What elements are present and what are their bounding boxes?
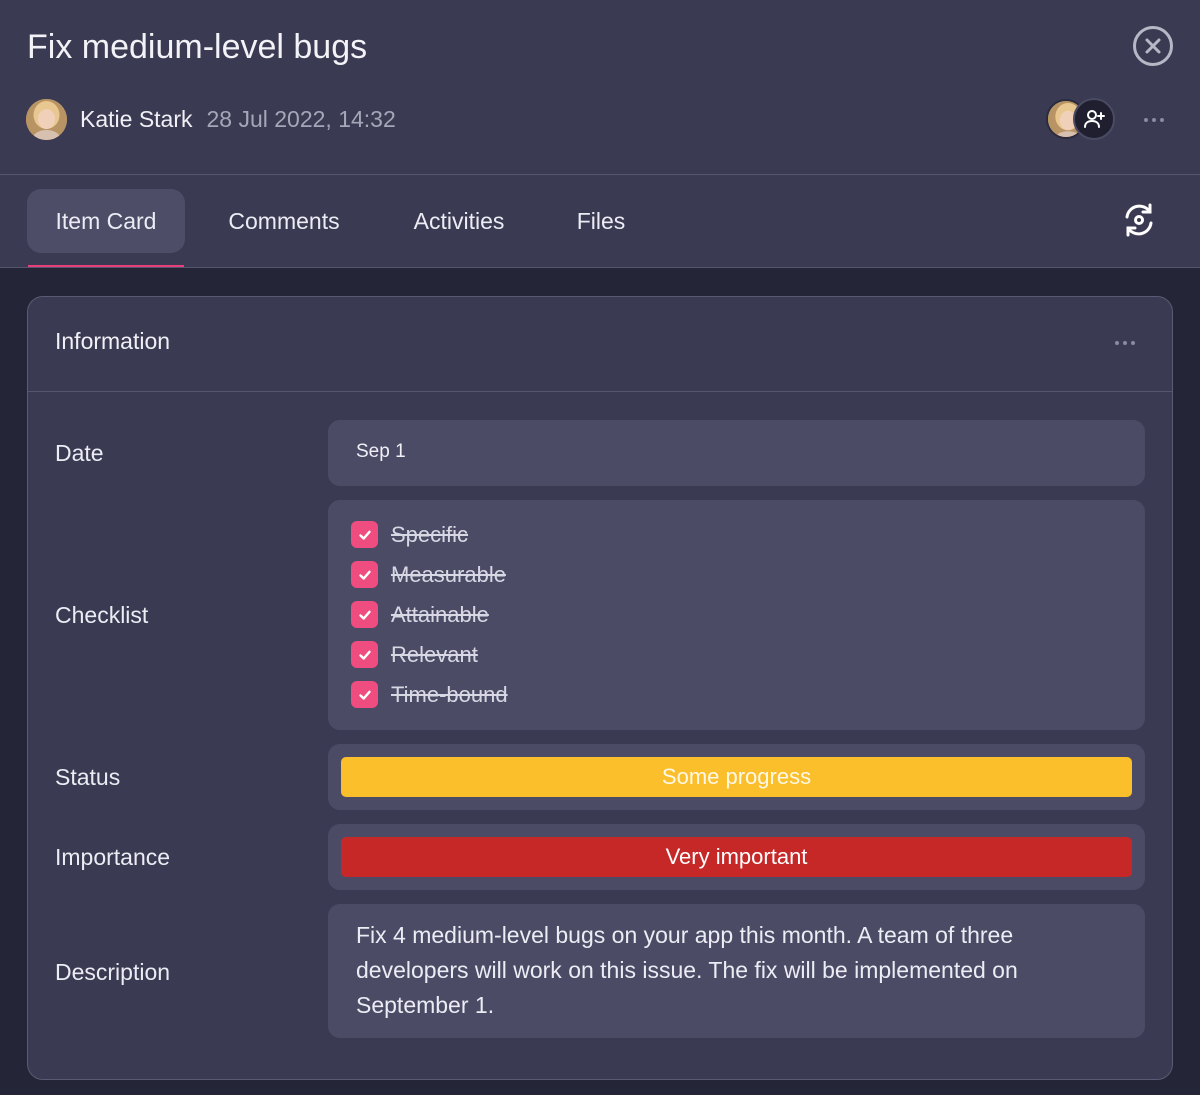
card-header: Information (28, 297, 1172, 392)
description-label: Description (55, 959, 171, 985)
timestamp: 28 Jul 2022, 14:32 (206, 106, 396, 132)
tab-activities[interactable]: Activities (394, 189, 524, 253)
user-plus-icon (1084, 110, 1105, 128)
date-field[interactable]: Sep 1 (328, 420, 1145, 486)
active-tab-indicator (28, 265, 184, 267)
more-horizontal-icon (1115, 341, 1135, 345)
check-icon (358, 530, 371, 540)
checklist-item-label: Specific (391, 521, 469, 547)
status-field[interactable]: Some progress (328, 744, 1145, 810)
members-group (1046, 98, 1115, 140)
checklist-label: Checklist (55, 602, 149, 628)
check-icon (358, 650, 371, 660)
checklist-item-label: Measurable (391, 561, 506, 587)
checklist-item-label: Relevant (391, 641, 478, 667)
author-name[interactable]: Katie Stark (80, 106, 193, 133)
checklist-item[interactable]: Specific (351, 521, 468, 548)
checklist-item-label: Time-bound (391, 681, 508, 707)
tab-item-card[interactable]: Item Card (27, 189, 185, 253)
add-member-button[interactable] (1073, 98, 1115, 140)
checklist-field: Specific Measurable Attainable Relevant … (328, 500, 1145, 730)
checkbox-checked[interactable] (351, 601, 378, 628)
avatar-photo (26, 99, 67, 140)
check-icon (358, 610, 371, 620)
card-more-button[interactable] (1113, 329, 1137, 359)
item-header: Fix medium-level bugs Katie Stark 28 Jul… (0, 0, 1200, 175)
sync-button[interactable] (1120, 201, 1158, 239)
importance-label: Importance (55, 844, 171, 870)
status-label: Status (55, 764, 121, 790)
card-title: Information (55, 328, 171, 354)
more-horizontal-icon (1144, 118, 1164, 122)
description-field[interactable]: Fix 4 medium-level bugs on your app this… (328, 904, 1145, 1038)
information-card: Information Date Sep 1 Checklist Specifi… (27, 296, 1173, 1080)
checkbox-checked[interactable] (351, 521, 378, 548)
importance-badge[interactable]: Very important (341, 837, 1132, 877)
close-button[interactable] (1133, 26, 1173, 66)
checkbox-checked[interactable] (351, 681, 378, 708)
checklist-item[interactable]: Attainable (351, 601, 489, 628)
checklist-item[interactable]: Relevant (351, 641, 478, 668)
date-value: Sep 1 (356, 441, 406, 462)
close-circle-icon (1145, 38, 1161, 54)
status-badge[interactable]: Some progress (341, 757, 1132, 797)
tab-files[interactable]: Files (560, 189, 642, 253)
check-icon (358, 570, 371, 580)
page-title: Fix medium-level bugs (27, 28, 368, 66)
avatar[interactable] (26, 99, 67, 140)
checkbox-checked[interactable] (351, 641, 378, 668)
checklist-item[interactable]: Time-bound (351, 681, 508, 708)
checkbox-checked[interactable] (351, 561, 378, 588)
description-text[interactable]: Fix 4 medium-level bugs on your app this… (356, 918, 1096, 1023)
date-label: Date (55, 440, 104, 466)
more-button[interactable] (1142, 108, 1166, 132)
checklist-item-label: Attainable (391, 601, 489, 627)
check-icon (358, 690, 371, 700)
tab-comments[interactable]: Comments (210, 189, 358, 253)
importance-field[interactable]: Very important (328, 824, 1145, 890)
tab-bar: Item Card Comments Activities Files (0, 175, 1200, 268)
author-row: Katie Stark 28 Jul 2022, 14:32 (26, 99, 396, 140)
refresh-eye-icon (1125, 203, 1153, 237)
checklist-item[interactable]: Measurable (351, 561, 506, 588)
